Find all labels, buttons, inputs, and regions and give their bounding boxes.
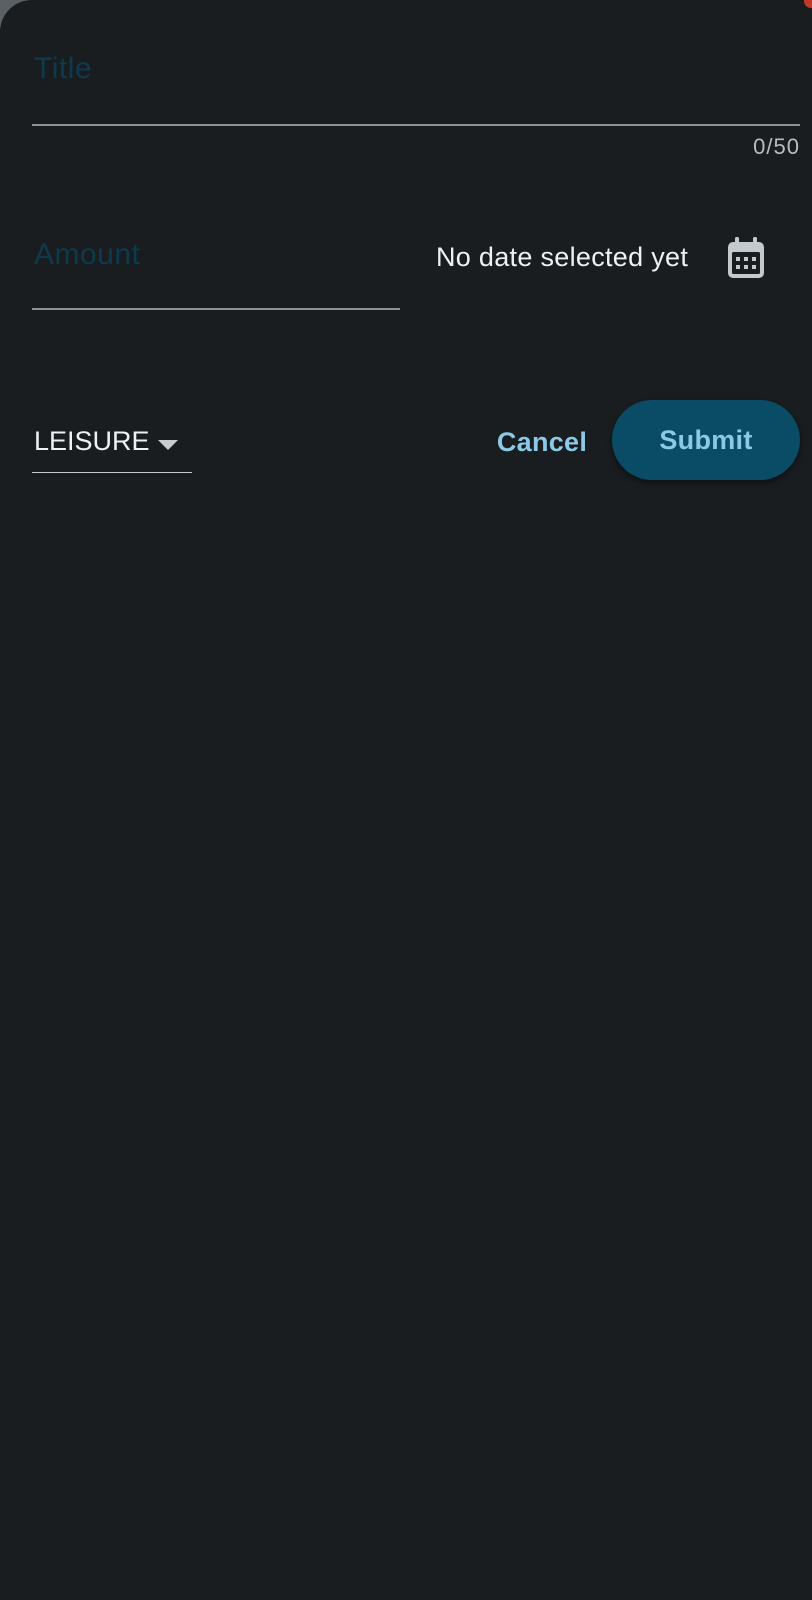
corner-accent [804,0,812,8]
calendar-icon [728,237,764,278]
arrow-drop-down-icon [158,440,178,450]
date-picker-button[interactable] [722,234,770,282]
amount-input[interactable]: Amount [32,226,400,310]
title-input[interactable]: Title [32,40,800,126]
bottom-sheet: Title 0/50 Amount No date selected yet L… [0,0,812,1600]
amount-placeholder: Amount [34,238,141,271]
character-counter: 0/50 [753,134,800,159]
category-selected-value: LEISURE [34,426,150,456]
cancel-button[interactable]: Cancel [486,412,598,472]
title-placeholder: Title [34,52,93,85]
selected-date-text: No date selected yet [436,242,689,272]
submit-button[interactable]: Submit [612,400,800,480]
category-dropdown[interactable]: LEISURE [32,420,192,473]
